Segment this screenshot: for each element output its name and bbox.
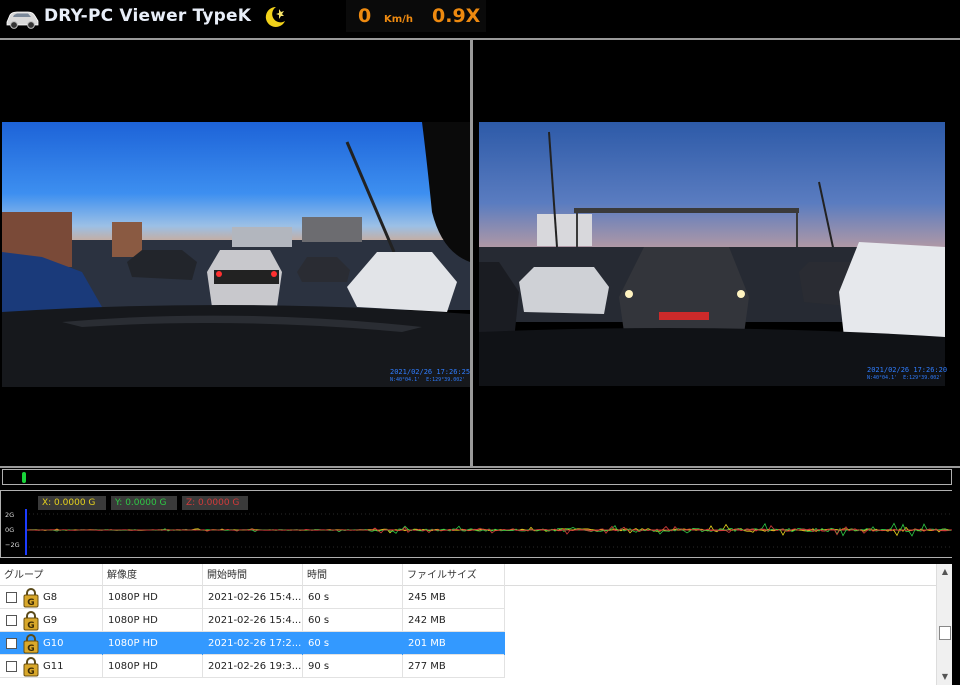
cell-group: G G9 [0, 609, 103, 632]
g-axis-bottom: −2G [5, 541, 20, 549]
rear-coords: N:40°04.1' E:129°39.002' [867, 375, 943, 381]
speed-value: 0 [358, 5, 372, 27]
lock-icon: G [23, 657, 39, 677]
cell-file-size: 242 MB [403, 609, 505, 632]
table-row[interactable]: G G11 1080P HD 2021-02-26 19:3... 90 s 277 MB [0, 655, 505, 678]
cell-file-size: 277 MB [403, 655, 505, 678]
row-checkbox[interactable] [6, 592, 17, 603]
table-row[interactable]: G G10 1080P HD 2021-02-26 17:2... 60 s 201 MB [0, 632, 505, 655]
group-name: G9 [43, 615, 58, 626]
row-checkbox[interactable] [6, 638, 17, 649]
column-file-size[interactable]: ファイルサイズ [403, 564, 505, 586]
cell-group: G G11 [0, 655, 103, 678]
speed-unit: Km/h [384, 14, 413, 25]
cell-group: G G10 [0, 632, 103, 655]
rear-camera-view[interactable]: 2021/02/26 17:26:20 N:40°04.1' E:129°39.… [473, 40, 958, 466]
front-timestamp: 2021/02/26 17:26:25 [390, 368, 470, 376]
cell-resolution: 1080P HD [103, 586, 203, 609]
video-area: 2021/02/26 17:26:25 N:40°04.1' E:129°39.… [0, 38, 960, 468]
list-header: グループ 解像度 開始時間 時間 ファイルサイズ [0, 564, 936, 586]
rear-camera-frame [479, 122, 945, 386]
g-x-readout: X: 0.0000 G [38, 496, 106, 510]
g-axis-mid: 0G [5, 526, 15, 534]
list-scrollbar[interactable]: ▲ ▼ [936, 564, 952, 685]
row-checkbox[interactable] [6, 661, 17, 672]
moon-icon [265, 6, 285, 27]
rear-timestamp: 2021/02/26 17:26:20 [867, 366, 948, 374]
column-resolution[interactable]: 解像度 [103, 564, 203, 586]
car-icon [6, 11, 39, 29]
file-list: グループ 解像度 開始時間 時間 ファイルサイズ G G8 1080P HD 2021… [0, 564, 952, 685]
cell-start-time: 2021-02-26 19:3... [203, 655, 303, 678]
row-checkbox[interactable] [6, 615, 17, 626]
group-name: G11 [43, 661, 64, 672]
cell-file-size: 245 MB [403, 586, 505, 609]
cell-group: G G8 [0, 586, 103, 609]
column-duration[interactable]: 時間 [303, 564, 403, 586]
timeline-handle[interactable] [22, 472, 26, 483]
g-y-readout: Y: 0.0000 G [111, 496, 177, 510]
cell-file-size: 201 MB [403, 632, 505, 655]
lock-icon: G [23, 634, 39, 654]
svg-text:G: G [27, 667, 34, 677]
title-bar: DRY-PC Viewer TypeK 0 Km/h 0.9X [0, 0, 960, 36]
front-camera-view[interactable]: 2021/02/26 17:26:25 N:40°04.1' E:129°39.… [2, 40, 470, 466]
table-row[interactable]: G G9 1080P HD 2021-02-26 15:4... 60 s 242 MB [0, 609, 505, 632]
playback-rate[interactable]: 0.9X [432, 5, 480, 27]
scroll-down-arrow-icon[interactable]: ▼ [937, 669, 953, 685]
table-row[interactable]: G G8 1080P HD 2021-02-26 15:4... 60 s 245 MB [0, 586, 505, 609]
scroll-up-arrow-icon[interactable]: ▲ [937, 564, 953, 580]
front-camera-frame [2, 122, 470, 387]
g-sensor-plot [25, 509, 953, 555]
svg-text:G: G [27, 621, 34, 631]
cell-resolution: 1080P HD [103, 655, 203, 678]
group-name: G8 [43, 592, 58, 603]
front-coords: N:40°04.1' E:129°39.002' [390, 377, 466, 383]
g-z-readout: Z: 0.0000 G [182, 496, 248, 510]
window-edge [952, 490, 960, 685]
svg-text:G: G [27, 598, 34, 608]
lock-icon: G [23, 611, 39, 631]
cell-resolution: 1080P HD [103, 609, 203, 632]
app-title: DRY-PC Viewer TypeK [44, 6, 252, 26]
lock-icon: G [23, 588, 39, 608]
group-name: G10 [43, 638, 64, 649]
cell-duration: 60 s [303, 609, 403, 632]
g-sensor-graph: X: 0.0000 G Y: 0.0000 G Z: 0.0000 G 2G 0… [0, 490, 955, 558]
column-group[interactable]: グループ [0, 564, 103, 586]
cell-duration: 60 s [303, 586, 403, 609]
column-start-time[interactable]: 開始時間 [203, 564, 303, 586]
cell-start-time: 2021-02-26 15:4... [203, 609, 303, 632]
cell-start-time: 2021-02-26 17:2... [203, 632, 303, 655]
g-axis-top: 2G [5, 511, 15, 519]
cell-duration: 60 s [303, 632, 403, 655]
cell-start-time: 2021-02-26 15:4... [203, 586, 303, 609]
cell-resolution: 1080P HD [103, 632, 203, 655]
scroll-thumb[interactable] [939, 626, 951, 640]
cell-duration: 90 s [303, 655, 403, 678]
svg-text:G: G [27, 644, 34, 654]
playback-timeline[interactable] [2, 469, 952, 485]
